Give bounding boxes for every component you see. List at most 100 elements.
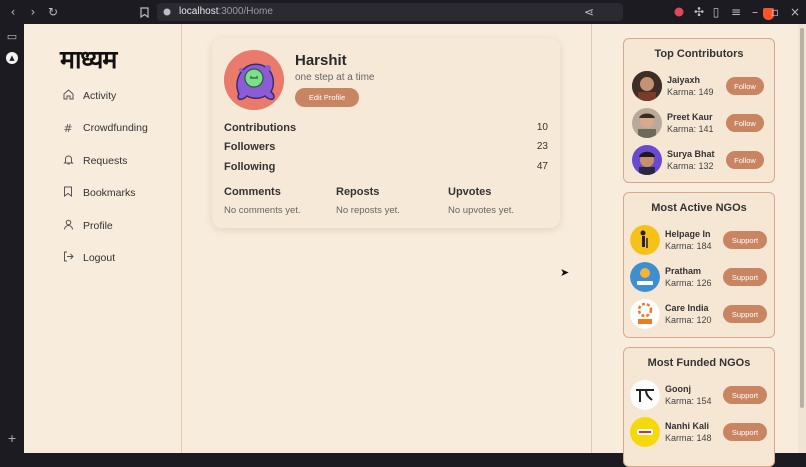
bookmark-page-icon[interactable] bbox=[135, 0, 153, 24]
support-button[interactable]: Support bbox=[723, 386, 767, 404]
left-nav: माध्यम Activity # Crowdfunding Requests … bbox=[24, 24, 182, 453]
notification-icon[interactable]: ▲ bbox=[6, 52, 18, 64]
nav-item-activity[interactable]: Activity bbox=[62, 87, 116, 105]
follow-button[interactable]: Follow bbox=[726, 114, 764, 132]
ngo-name[interactable]: Helpage In bbox=[665, 229, 711, 239]
upvotes-heading: Upvotes bbox=[448, 186, 492, 198]
home-icon bbox=[62, 89, 74, 103]
share-icon[interactable]: ⋖ bbox=[580, 0, 598, 24]
bookmark-icon bbox=[62, 186, 74, 200]
comments-heading: Comments bbox=[224, 186, 281, 198]
nav-item-crowdfunding[interactable]: # Crowdfunding bbox=[62, 119, 148, 137]
profile-card: Harshit one step at a time Edit Profile … bbox=[212, 38, 560, 228]
support-button[interactable]: Support bbox=[723, 423, 767, 441]
avatar bbox=[224, 50, 284, 110]
avatar bbox=[632, 108, 662, 138]
comments-empty: No comments yet. bbox=[224, 205, 301, 216]
ngo-logo bbox=[630, 417, 660, 447]
nav-item-profile[interactable]: Profile bbox=[62, 217, 113, 235]
url-text: localhost:3000/Home bbox=[179, 6, 273, 17]
browser-toolbar: ‹ › ↻ localhost:3000/Home ⋖ ✣ ▯ ≡ – ▫ × bbox=[0, 0, 806, 24]
most-active-ngos-panel: Most Active NGOs Helpage In Karma: 184 S… bbox=[623, 192, 775, 338]
scrollbar[interactable] bbox=[798, 24, 806, 453]
bell-icon bbox=[62, 154, 74, 168]
contributor-karma: Karma: 132 bbox=[667, 161, 714, 171]
contributor-name[interactable]: Preet Kaur bbox=[667, 112, 713, 122]
sidebar-toggle-icon[interactable]: ▯ bbox=[707, 0, 725, 24]
contributor-karma: Karma: 141 bbox=[667, 124, 714, 134]
close-icon[interactable]: × bbox=[786, 0, 804, 24]
ngo-name[interactable]: Nanhi Kali bbox=[665, 421, 709, 431]
avatar bbox=[632, 71, 662, 101]
maximize-icon[interactable]: ▫ bbox=[766, 0, 784, 24]
menu-icon[interactable]: ≡ bbox=[727, 0, 745, 24]
ngo-logo bbox=[630, 380, 660, 410]
top-contributors-title: Top Contributors bbox=[654, 48, 744, 60]
ngo-logo bbox=[630, 299, 660, 329]
most-funded-ngos-panel: Most Funded NGOs Goonj Karma: 154 Suppor… bbox=[623, 347, 775, 467]
minimize-icon[interactable]: – bbox=[746, 0, 764, 24]
nav-item-logout[interactable]: Logout bbox=[62, 249, 115, 267]
nav-item-label: Crowdfunding bbox=[83, 122, 148, 134]
ngo-name[interactable]: Goonj bbox=[665, 384, 691, 394]
mouse-cursor-icon: ➤ bbox=[560, 266, 570, 279]
follow-button[interactable]: Follow bbox=[726, 77, 764, 95]
add-panel-icon[interactable]: + bbox=[4, 430, 20, 446]
page-viewport: माध्यम Activity # Crowdfunding Requests … bbox=[24, 24, 798, 467]
user-icon bbox=[62, 219, 74, 233]
nav-item-label: Requests bbox=[83, 155, 128, 167]
support-button[interactable]: Support bbox=[723, 305, 767, 323]
ngo-karma: Karma: 148 bbox=[665, 433, 712, 443]
logout-icon bbox=[62, 251, 74, 265]
contributor-name[interactable]: Surya Bhat bbox=[667, 149, 715, 159]
support-button[interactable]: Support bbox=[723, 268, 767, 286]
stat-contributions-label: Contributions bbox=[224, 122, 297, 134]
nav-item-requests[interactable]: Requests bbox=[62, 152, 127, 170]
nav-item-label: Bookmarks bbox=[83, 187, 136, 199]
ngo-name[interactable]: Pratham bbox=[665, 266, 701, 276]
stat-following-label[interactable]: Following bbox=[224, 161, 275, 173]
stat-contributions-value: 10 bbox=[536, 122, 548, 133]
back-icon[interactable]: ‹ bbox=[4, 0, 22, 24]
recording-icon[interactable] bbox=[670, 0, 688, 24]
nav-item-bookmarks[interactable]: Bookmarks bbox=[62, 184, 136, 202]
ngo-logo bbox=[630, 262, 660, 292]
extensions-icon[interactable]: ✣ bbox=[690, 0, 708, 24]
profile-name: Harshit bbox=[295, 52, 347, 69]
reposts-empty: No reposts yet. bbox=[336, 205, 400, 216]
upvotes-empty: No upvotes yet. bbox=[448, 205, 515, 216]
profile-tagline: one step at a time bbox=[295, 72, 375, 83]
most-active-ngos-title: Most Active NGOs bbox=[651, 202, 747, 214]
app-logo[interactable]: माध्यम bbox=[60, 42, 117, 76]
right-divider bbox=[591, 24, 592, 453]
site-info-icon[interactable] bbox=[160, 0, 174, 24]
address-bar[interactable]: localhost:3000/Home ⋖ bbox=[157, 0, 774, 24]
most-funded-ngos-title: Most Funded NGOs bbox=[647, 357, 751, 369]
stat-followers-label[interactable]: Followers bbox=[224, 141, 275, 153]
contributor-name[interactable]: Jaiyaxh bbox=[667, 75, 700, 85]
ngo-karma: Karma: 184 bbox=[665, 241, 712, 251]
stat-followers-value: 23 bbox=[536, 141, 548, 152]
forward-icon[interactable]: › bbox=[24, 0, 42, 24]
support-button[interactable]: Support bbox=[723, 231, 767, 249]
nav-item-label: Activity bbox=[83, 90, 117, 102]
edit-profile-button[interactable]: Edit Profile bbox=[295, 88, 359, 107]
sidebar-panel-icon[interactable]: ▭ bbox=[4, 28, 20, 44]
ngo-karma: Karma: 154 bbox=[665, 396, 712, 406]
ngo-name[interactable]: Care India bbox=[665, 303, 709, 313]
contributor-karma: Karma: 149 bbox=[667, 87, 714, 97]
hashtag-icon: # bbox=[63, 121, 73, 135]
reposts-heading: Reposts bbox=[336, 186, 380, 198]
reload-icon[interactable]: ↻ bbox=[44, 0, 62, 24]
stat-following-value: 47 bbox=[536, 161, 548, 172]
follow-button[interactable]: Follow bbox=[726, 151, 764, 169]
top-contributors-panel: Top Contributors Jaiyaxh Karma: 149 Foll… bbox=[623, 38, 775, 183]
browser-sidebar: ▭ ▲ + bbox=[0, 24, 24, 453]
nav-item-label: Profile bbox=[83, 220, 113, 232]
avatar bbox=[632, 145, 662, 175]
nav-item-label: Logout bbox=[83, 252, 116, 264]
ngo-karma: Karma: 126 bbox=[665, 278, 712, 288]
scrollbar-thumb[interactable] bbox=[800, 28, 804, 408]
ngo-logo bbox=[630, 225, 660, 255]
ngo-karma: Karma: 120 bbox=[665, 315, 712, 325]
